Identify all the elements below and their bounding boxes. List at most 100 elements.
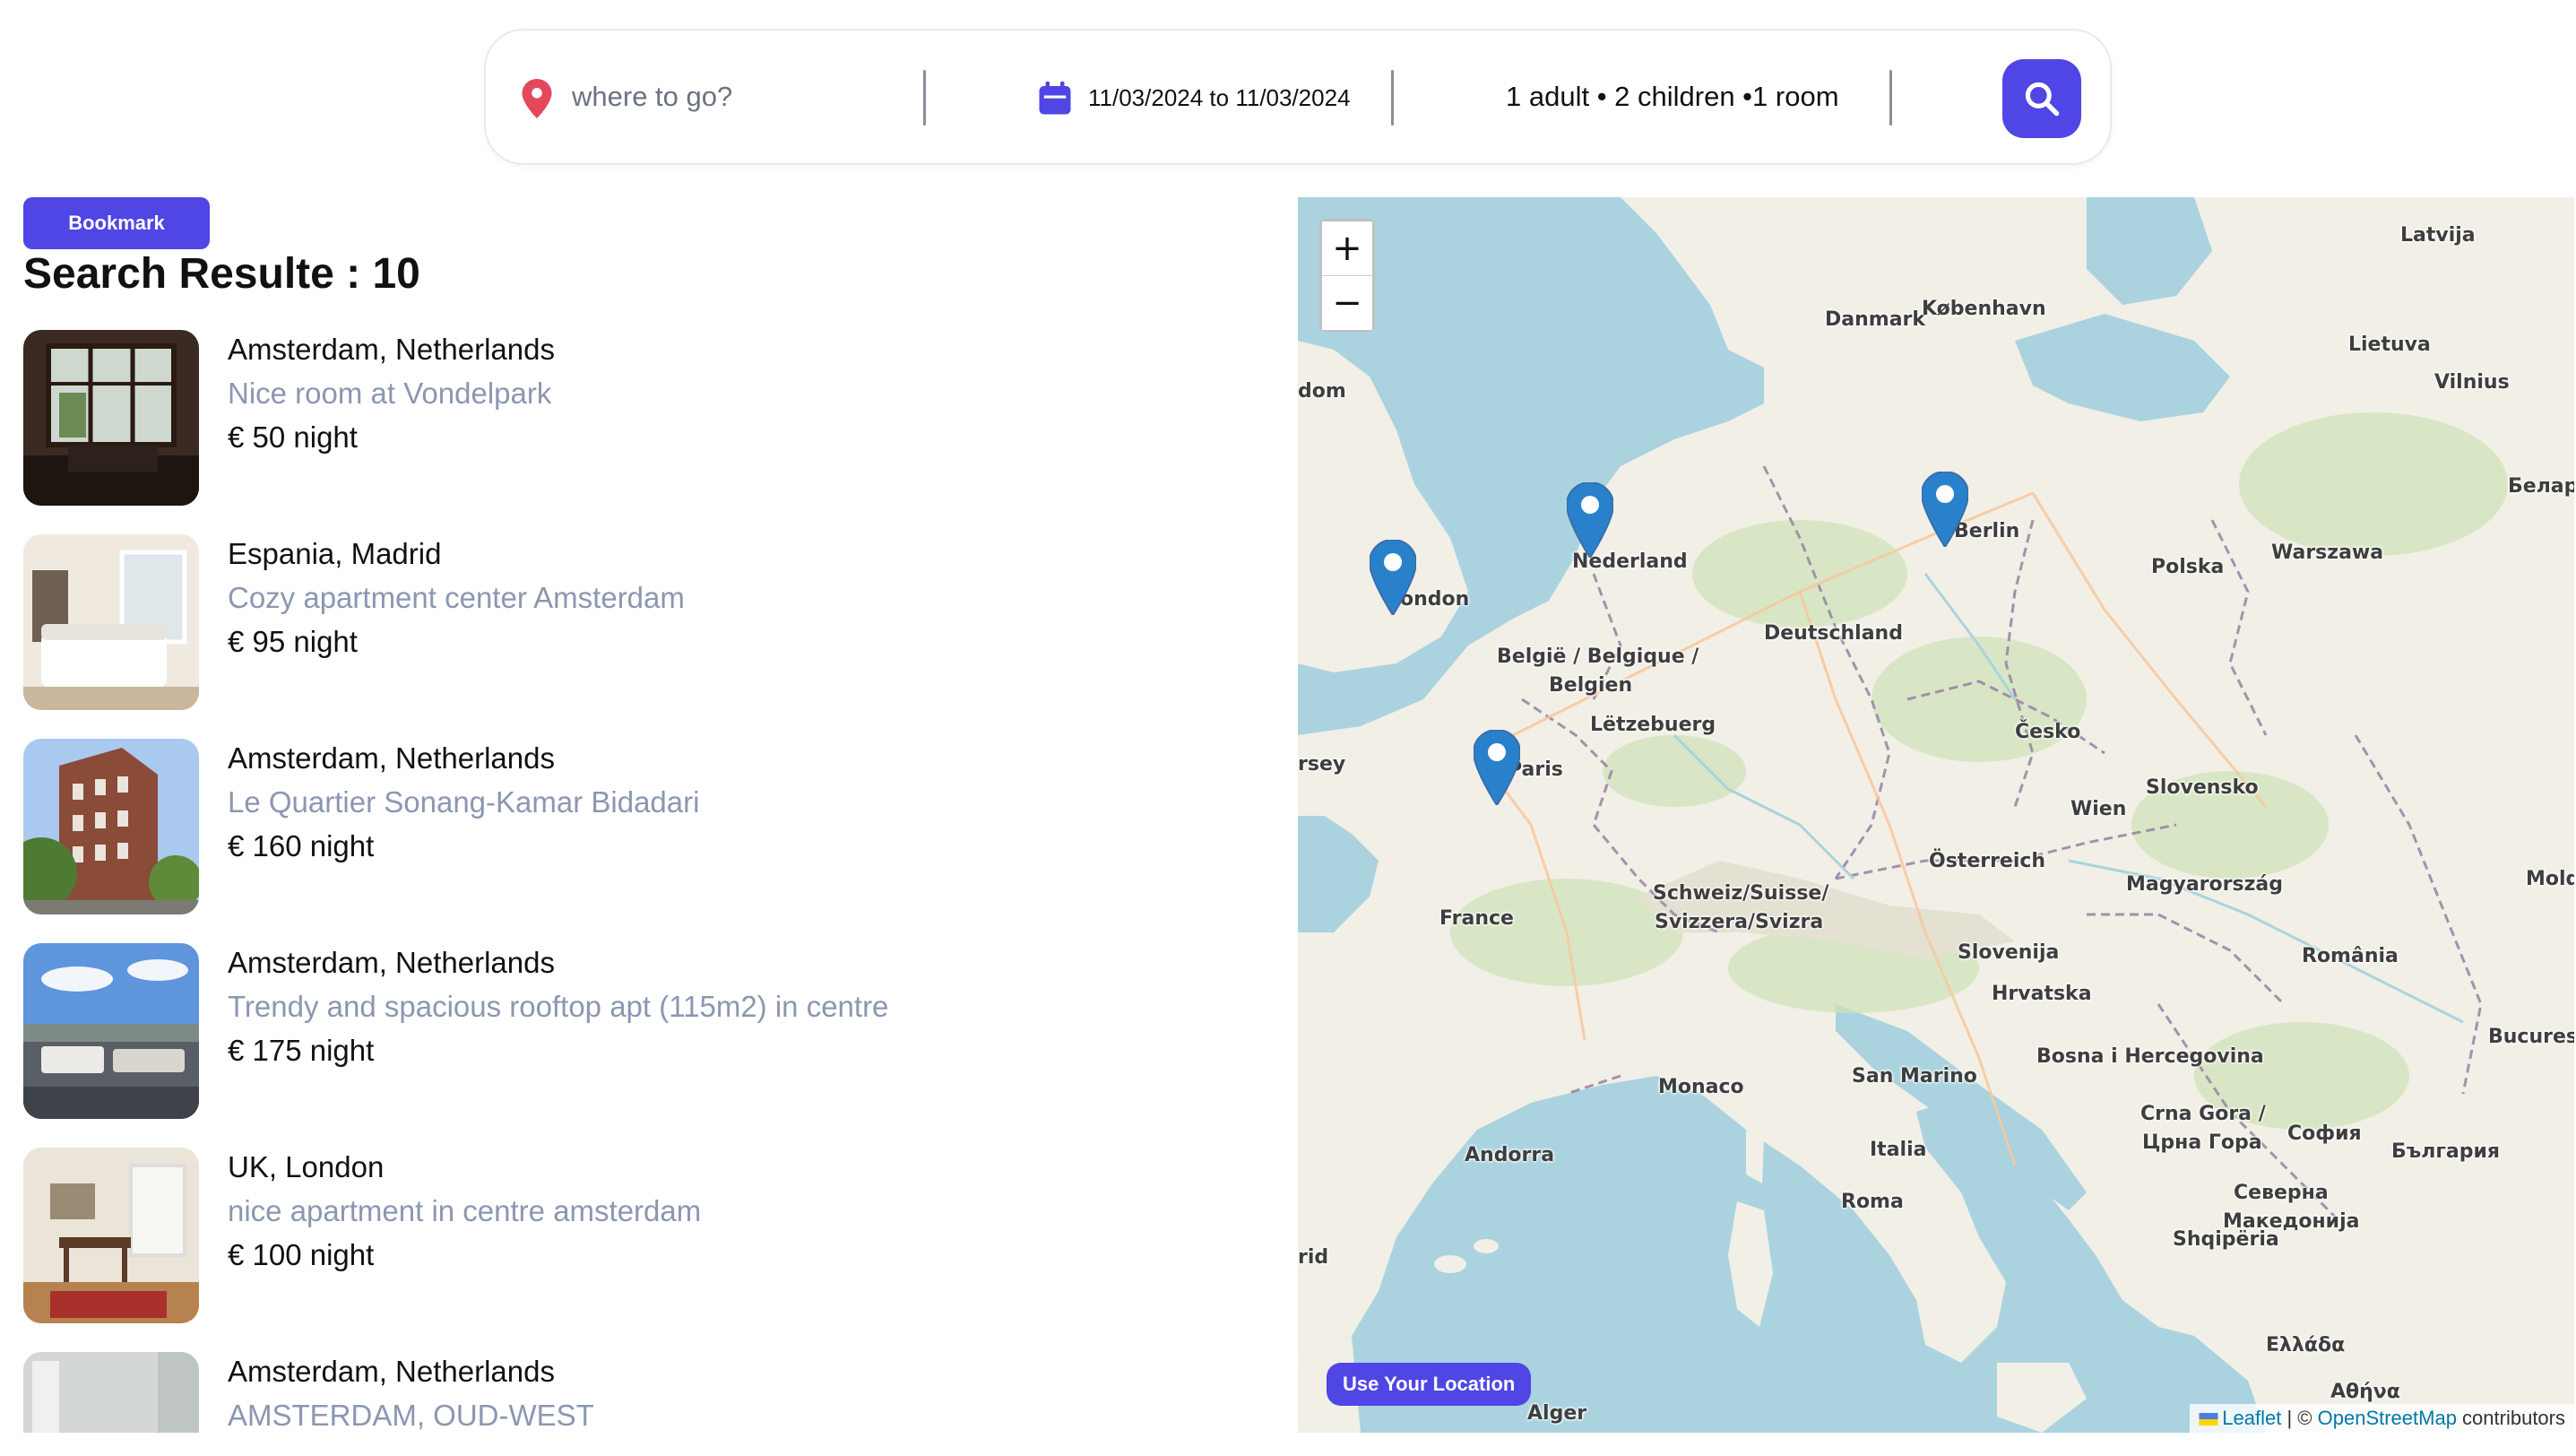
result-location: Espania, Madrid	[228, 537, 442, 570]
divider	[923, 70, 926, 126]
attribution-separator: | ©	[2281, 1407, 2318, 1429]
calendar-icon	[1039, 81, 1071, 115]
map-label: Roma	[1841, 1191, 1904, 1213]
map-label: Magyarország	[2126, 873, 2283, 896]
map-label: rsey	[1298, 753, 1346, 776]
result-card[interactable]: Amsterdam, Netherlands Nice room at Vond…	[23, 330, 1260, 506]
map-attribution: Leaflet | © OpenStreetMap contributors	[2190, 1404, 2574, 1433]
result-title[interactable]: Le Quartier Sonang-Kamar Bidadari	[228, 785, 699, 819]
map-label: rid	[1298, 1246, 1329, 1269]
map-label: Deutschland	[1764, 622, 1903, 645]
map-label: Slovenija	[1958, 941, 2060, 964]
map-marker-icon[interactable]	[1922, 472, 1968, 547]
result-price: € 50 night	[228, 420, 358, 454]
listing-photo	[23, 330, 199, 506]
map-label: France	[1439, 907, 1514, 930]
result-title[interactable]: Nice room at Vondelpark	[228, 377, 551, 411]
map-label: Црна Гора	[2142, 1131, 2262, 1154]
zoom-out-button[interactable]: −	[1322, 276, 1372, 330]
ukraine-flag-icon	[2199, 1413, 2218, 1426]
result-card[interactable]: Espania, Madrid Cozy apartment center Am…	[23, 534, 1260, 710]
map-label: Österreich	[1929, 850, 2046, 872]
listing-photo	[23, 534, 199, 710]
map-label: Hrvatska	[1992, 983, 2092, 1005]
listing-photo	[23, 943, 199, 1119]
search-icon	[2025, 82, 2060, 117]
map-label: Северна	[2234, 1182, 2329, 1204]
guests-field[interactable]: 1 adult • 2 children •1 room	[1506, 81, 1839, 113]
attribution-suffix: contributors	[2456, 1407, 2565, 1429]
map-label: Shqipëria	[2173, 1228, 2279, 1251]
results-list: Amsterdam, Netherlands Nice room at Vond…	[23, 330, 1260, 1433]
result-price: € 160 night	[228, 829, 375, 862]
search-button[interactable]	[2002, 59, 2081, 138]
map-marker-icon[interactable]	[1370, 540, 1416, 615]
result-title[interactable]: Trendy and spacious rooftop apt (115m2) …	[228, 990, 888, 1024]
date-range-field[interactable]: 11/03/2024 to 11/03/2024	[1088, 84, 1351, 112]
openstreetmap-link[interactable]: OpenStreetMap	[2318, 1407, 2457, 1429]
result-card[interactable]: Amsterdam, Netherlands Le Quartier Sonan…	[23, 739, 1260, 914]
destination-input[interactable]: where to go?	[572, 81, 732, 113]
result-card[interactable]: Amsterdam, Netherlands AMSTERDAM, OUD-WE…	[23, 1352, 1260, 1433]
map-marker-icon[interactable]	[1567, 482, 1613, 558]
map-marker-icon[interactable]	[1474, 730, 1520, 805]
map-label: Svizzera/Svizra	[1655, 911, 1824, 933]
result-card[interactable]: Amsterdam, Netherlands Trendy and spacio…	[23, 943, 1260, 1119]
map-label: România	[2302, 945, 2399, 967]
result-card[interactable]: UK, London nice apartment in centre amst…	[23, 1148, 1260, 1323]
result-price: € 100 night	[228, 1238, 375, 1271]
map-label: København	[1922, 298, 2046, 320]
map-label: Crna Gora /	[2140, 1103, 2266, 1125]
map-label: Ελλάδα	[2266, 1334, 2346, 1356]
search-bar: where to go? 11/03/2024 to 11/03/2024 1 …	[484, 29, 2112, 165]
map-label: dom	[1298, 380, 1346, 403]
listing-photo	[23, 1148, 199, 1323]
use-location-button[interactable]: Use Your Location	[1327, 1363, 1532, 1406]
map-label: Belgien	[1549, 674, 1633, 697]
map-label: София	[2287, 1122, 2362, 1145]
map-label: Slovensko	[2146, 776, 2259, 799]
divider	[1391, 70, 1394, 126]
map-label: Warszawa	[2271, 542, 2384, 564]
result-price: € 175 night	[228, 1034, 375, 1067]
map[interactable]: Latvija Danmark København Lietuva Vilniu…	[1298, 197, 2574, 1433]
result-title[interactable]: Cozy apartment center Amsterdam	[228, 581, 685, 615]
result-location: Amsterdam, Netherlands	[228, 1355, 555, 1388]
map-pin-icon	[522, 79, 552, 118]
map-label: Schweiz/Suisse/	[1653, 882, 1829, 905]
map-label: Αθήνα	[2330, 1381, 2400, 1403]
zoom-in-button[interactable]: +	[1322, 221, 1372, 275]
result-location: UK, London	[228, 1150, 385, 1183]
map-label: Italia	[1870, 1139, 1927, 1161]
map-label: Polska	[2151, 556, 2225, 578]
map-label: Latvija	[2400, 224, 2476, 247]
map-label: Bosna i Hercegovina	[2036, 1045, 2264, 1068]
map-label: Monaco	[1658, 1076, 1744, 1098]
leaflet-link[interactable]: Leaflet	[2222, 1407, 2281, 1429]
result-location: Amsterdam, Netherlands	[228, 333, 555, 366]
result-price: € 95 night	[228, 625, 358, 658]
map-label: Lietuva	[2348, 334, 2431, 356]
map-label: Mold	[2526, 868, 2574, 890]
map-label: Česko	[2015, 721, 2081, 743]
map-label: Alger	[1527, 1402, 1587, 1425]
map-label: Lëtzebuerg	[1590, 714, 1716, 736]
map-label: Vilnius	[2434, 371, 2510, 394]
result-location: Amsterdam, Netherlands	[228, 741, 555, 775]
map-label: België / Belgique /	[1497, 646, 1699, 668]
map-label: Wien	[2070, 798, 2127, 820]
result-location: Amsterdam, Netherlands	[228, 946, 555, 979]
bookmark-button[interactable]: Bookmark	[23, 197, 210, 249]
result-title[interactable]: nice apartment in centre amsterdam	[228, 1194, 701, 1228]
divider	[1889, 70, 1892, 126]
map-label: San Marino	[1852, 1065, 1977, 1088]
results-title: Search Resulte : 10	[23, 250, 420, 298]
map-tiles	[1298, 197, 2574, 1433]
listing-photo	[23, 739, 199, 914]
result-title[interactable]: AMSTERDAM, OUD-WEST	[228, 1399, 594, 1433]
map-label: Bucuresti	[2488, 1026, 2574, 1048]
listing-photo	[23, 1352, 199, 1433]
map-label: Danmark	[1825, 308, 1926, 331]
map-label: Беларус	[2508, 475, 2574, 498]
map-label: Andorra	[1465, 1144, 1555, 1166]
